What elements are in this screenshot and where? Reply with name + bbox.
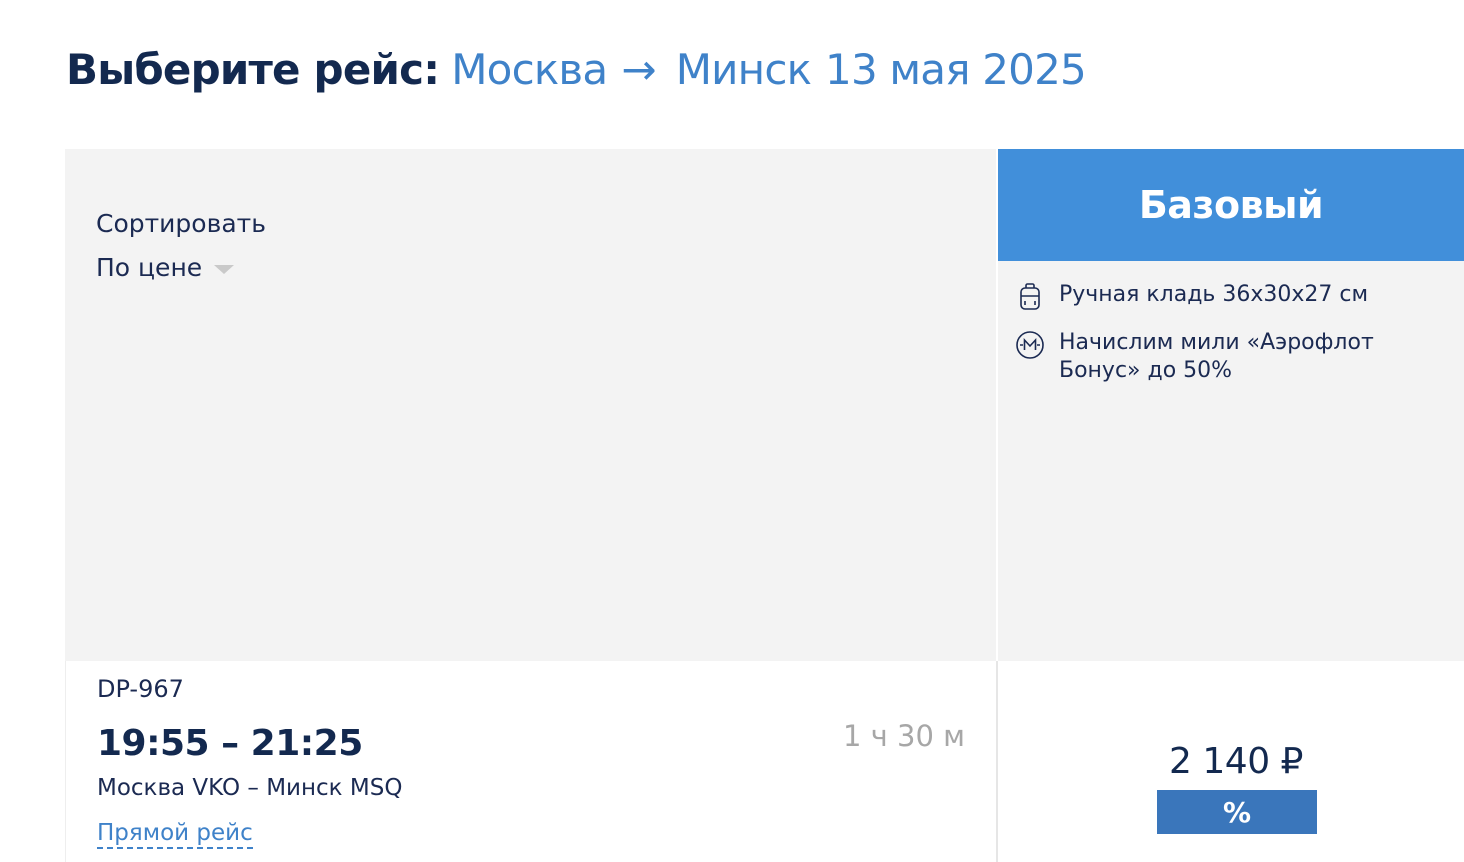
backpack-icon bbox=[1020, 283, 1040, 310]
price-cell[interactable]: 2 140 ₽ % bbox=[996, 661, 1464, 862]
sort-dropdown[interactable]: По цене bbox=[96, 253, 235, 282]
sort-label: Сортировать bbox=[96, 209, 266, 238]
feature-text: Ручная кладь 36x30x27 см bbox=[1059, 282, 1369, 307]
miles-icon bbox=[1016, 331, 1044, 359]
flight-duration: 1 ч 30 м bbox=[842, 719, 965, 753]
fare-name: Базовый bbox=[1138, 183, 1324, 227]
fare-header[interactable]: Базовый bbox=[998, 149, 1464, 261]
direct-flight-link[interactable]: Прямой рейс bbox=[97, 819, 253, 849]
price-amount: 2 140 ₽ bbox=[1169, 741, 1303, 782]
page-title: Выберите рейс: Москва → Минск 13 мая 2025 bbox=[66, 42, 1087, 98]
fare-features: Ручная кладь 36x30x27 см Начислим мили «… bbox=[998, 261, 1464, 661]
discount-badge: % bbox=[1157, 790, 1317, 834]
flight-number: DP-967 bbox=[97, 675, 184, 703]
route-arrow: → bbox=[621, 45, 656, 94]
flight-airports: Москва VKO – Минск MSQ bbox=[97, 775, 403, 801]
route-destination: Минск bbox=[675, 45, 812, 94]
route-origin: Москва bbox=[451, 45, 608, 94]
feature-miles: Начислим мили «Аэрофлот Бонус» до 50% bbox=[1014, 329, 1414, 385]
feature-text: Начислим мили «Аэрофлот Бонус» до 50% bbox=[1059, 330, 1374, 383]
flight-time: 19:55 – 21:25 bbox=[97, 723, 363, 764]
flight-date: 13 мая 2025 bbox=[825, 45, 1087, 94]
sort-value: По цене bbox=[96, 253, 203, 282]
flight-row[interactable]: DP-967 19:55 – 21:25 1 ч 30 м Москва VKO… bbox=[65, 661, 997, 862]
chevron-down-icon bbox=[214, 265, 235, 274]
page-title-label: Выберите рейс: bbox=[66, 45, 440, 94]
sort-panel: Сортировать По цене bbox=[65, 149, 996, 661]
feature-hand-luggage: Ручная кладь 36x30x27 см bbox=[1014, 281, 1368, 313]
